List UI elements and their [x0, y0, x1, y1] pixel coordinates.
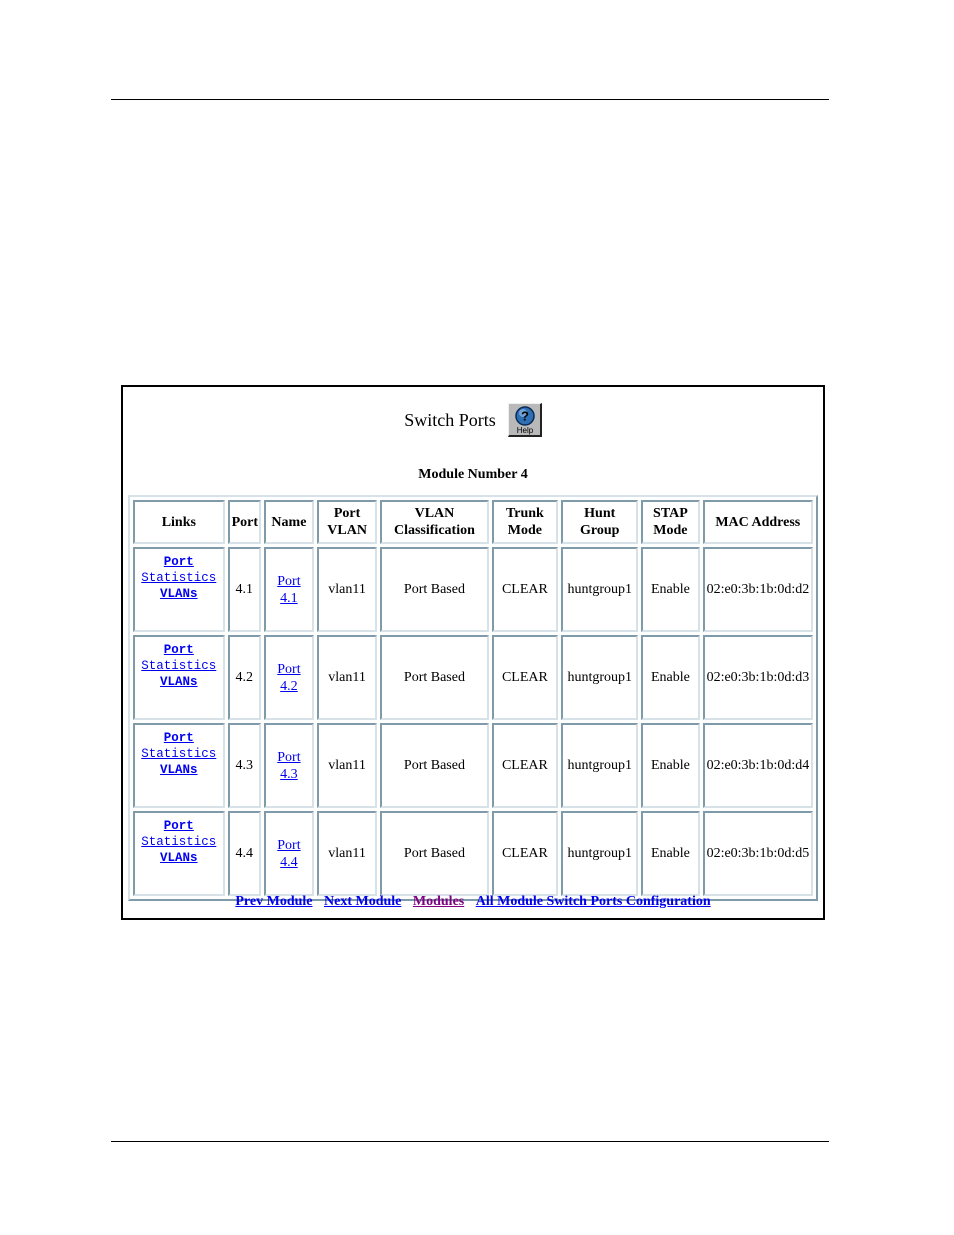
- port-vlan-cell: vlan11: [316, 811, 378, 896]
- mac-address-cell: 02:e0:3b:1b:0d:d5: [702, 811, 813, 896]
- footer-rule: [111, 1141, 829, 1142]
- header-hunt-group: Hunt Group: [561, 500, 639, 544]
- mac-address-cell: 02:e0:3b:1b:0d:d4: [702, 723, 813, 808]
- vlan-classification-cell: Port Based: [380, 635, 489, 720]
- hunt-group-cell: huntgroup1: [561, 811, 639, 896]
- stap-mode-cell: Enable: [641, 723, 700, 808]
- links-cell: Port Statistics VLANs: [133, 635, 225, 720]
- switch-ports-table-wrap: Links Port Name Port VLAN VLAN Classific…: [128, 495, 818, 901]
- module-number-label: Module Number 4: [418, 467, 528, 482]
- port-name-link[interactable]: Port 4.4: [268, 837, 310, 871]
- table-row: Port Statistics VLANs 4.2 Port 4.2 vlan1…: [133, 635, 813, 720]
- switch-ports-panel: Switch Ports ? Help Module Number 4 Link…: [121, 385, 825, 920]
- hunt-group-cell: huntgroup1: [561, 635, 639, 720]
- name-cell: Port 4.3: [263, 723, 314, 808]
- vlans-link[interactable]: VLANs: [137, 850, 221, 866]
- port-cell: 4.1: [227, 547, 261, 632]
- stap-mode-cell: Enable: [641, 635, 700, 720]
- vlan-classification-cell: Port Based: [380, 723, 489, 808]
- prev-module-link[interactable]: Prev Module: [235, 894, 312, 909]
- next-module-link[interactable]: Next Module: [324, 894, 401, 909]
- svg-text:Help: Help: [517, 426, 534, 435]
- port-vlan-cell: vlan11: [316, 635, 378, 720]
- port-vlan-cell: vlan11: [316, 723, 378, 808]
- table-row: Port Statistics VLANs 4.4 Port 4.4 vlan1…: [133, 811, 813, 896]
- links-cell: Port Statistics VLANs: [133, 547, 225, 632]
- port-name-link[interactable]: Port 4.2: [268, 661, 310, 695]
- name-cell: Port 4.2: [263, 635, 314, 720]
- trunk-mode-cell: CLEAR: [491, 811, 559, 896]
- stap-mode-cell: Enable: [641, 811, 700, 896]
- statistics-link[interactable]: Statistics: [137, 570, 221, 586]
- vlan-classification-cell: Port Based: [380, 547, 489, 632]
- switch-ports-table: Links Port Name Port VLAN VLAN Classific…: [128, 495, 818, 901]
- vlans-link[interactable]: VLANs: [137, 762, 221, 778]
- port-link[interactable]: Port: [137, 730, 221, 746]
- vlan-classification-cell: Port Based: [380, 811, 489, 896]
- links-cell: Port Statistics VLANs: [133, 811, 225, 896]
- all-module-switch-ports-config-link[interactable]: All Module Switch Ports Configuration: [476, 894, 711, 909]
- name-cell: Port 4.1: [263, 547, 314, 632]
- mac-address-cell: 02:e0:3b:1b:0d:d3: [702, 635, 813, 720]
- svg-text:?: ?: [521, 409, 529, 424]
- port-name-link[interactable]: Port 4.3: [268, 749, 310, 783]
- header-stap-mode: STAP Mode: [641, 500, 700, 544]
- vlans-link[interactable]: VLANs: [137, 586, 221, 602]
- port-cell: 4.2: [227, 635, 261, 720]
- port-cell: 4.4: [227, 811, 261, 896]
- port-link[interactable]: Port: [137, 818, 221, 834]
- statistics-link[interactable]: Statistics: [137, 834, 221, 850]
- port-cell: 4.3: [227, 723, 261, 808]
- header-rule: [111, 99, 829, 100]
- port-vlan-cell: vlan11: [316, 547, 378, 632]
- table-row: Port Statistics VLANs 4.3 Port 4.3 vlan1…: [133, 723, 813, 808]
- header-name: Name: [263, 500, 314, 544]
- header-vlan-classification: VLAN Classification: [380, 500, 489, 544]
- mac-address-cell: 02:e0:3b:1b:0d:d2: [702, 547, 813, 632]
- trunk-mode-cell: CLEAR: [491, 723, 559, 808]
- trunk-mode-cell: CLEAR: [491, 635, 559, 720]
- trunk-mode-cell: CLEAR: [491, 547, 559, 632]
- port-link[interactable]: Port: [137, 554, 221, 570]
- title-row: Switch Ports ? Help: [123, 403, 823, 437]
- hunt-group-cell: huntgroup1: [561, 723, 639, 808]
- port-link[interactable]: Port: [137, 642, 221, 658]
- table-row: Port Statistics VLANs 4.1 Port 4.1 vlan1…: [133, 547, 813, 632]
- header-links: Links: [133, 500, 225, 544]
- links-cell: Port Statistics VLANs: [133, 723, 225, 808]
- help-question-icon: ? Help: [515, 406, 535, 435]
- statistics-link[interactable]: Statistics: [137, 746, 221, 762]
- header-mac-address: MAC Address: [702, 500, 813, 544]
- hunt-group-cell: huntgroup1: [561, 547, 639, 632]
- vlans-link[interactable]: VLANs: [137, 674, 221, 690]
- header-port: Port: [227, 500, 261, 544]
- header-trunk-mode: Trunk Mode: [491, 500, 559, 544]
- name-cell: Port 4.4: [263, 811, 314, 896]
- module-navigation: Prev Module Next Module Modules All Modu…: [123, 894, 823, 910]
- header-port-vlan: Port VLAN: [316, 500, 378, 544]
- page-title: Switch Ports: [404, 409, 496, 430]
- statistics-link[interactable]: Statistics: [137, 658, 221, 674]
- table-header-row: Links Port Name Port VLAN VLAN Classific…: [133, 500, 813, 544]
- port-name-link[interactable]: Port 4.1: [268, 573, 310, 607]
- help-button[interactable]: ? Help: [507, 403, 542, 437]
- stap-mode-cell: Enable: [641, 547, 700, 632]
- modules-link[interactable]: Modules: [413, 894, 464, 909]
